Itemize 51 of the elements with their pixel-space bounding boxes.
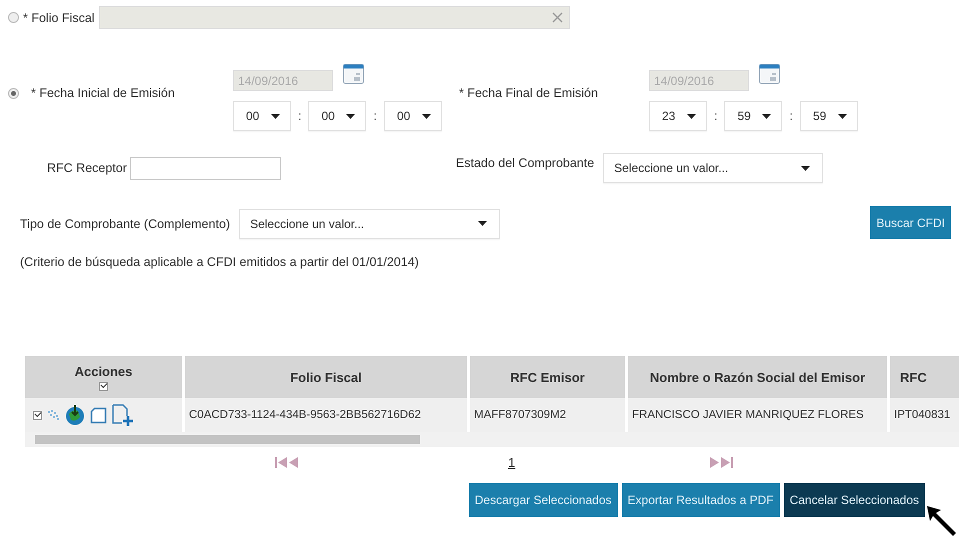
table-cell: IPT040831 [890,398,959,432]
calendar-icon[interactable] [343,64,364,84]
caret-icon [686,114,696,118]
caret-icon [762,114,772,118]
dots-icon[interactable] [47,409,60,421]
field-label: * Fecha Inicial de Emisión [31,86,175,100]
action-button[interactable]: Exportar Resultados a PDF [622,483,780,517]
field-label: Estado del Comprobante [456,156,594,170]
download-icon[interactable] [65,404,85,426]
time-separator: : [373,109,377,123]
first-page-icon[interactable] [275,456,298,468]
caret-icon [422,114,431,118]
page-number[interactable]: 1 [508,454,516,470]
field-label: * Folio Fiscal [23,10,95,24]
pointer-icon [926,505,957,537]
scroll-thumb[interactable] [35,435,420,444]
caret-icon [346,114,356,118]
column-header: RFC [890,356,959,398]
checkbox[interactable] [33,410,42,420]
caret-icon [271,114,280,118]
tipo-select[interactable]: Seleccione un valor... [239,208,500,238]
field-label: RFC Receptor [47,161,127,175]
document-plus-icon[interactable] [112,404,133,426]
caret-icon [801,166,810,170]
note-text: (Criterio de búsqueda aplicable a CFDI emitidos a partir del 01/01/2014) [19,254,420,269]
time-separator: : [298,109,302,123]
estado-select[interactable]: Seleccione un valor... [603,153,824,183]
table-cell: FRANCISCO JAVIER MANRIQUEZ FLORES [628,398,887,432]
column-header: RFC Emisor [470,356,625,398]
checkbox[interactable] [99,382,108,390]
table-cell: C0ACD733-1124-434B-9563-2BB562716D62 [185,398,467,432]
rfc-receptor-field[interactable] [130,156,281,180]
column-header: Folio Fiscal [185,356,467,398]
last-page-icon[interactable] [710,456,734,468]
caret-icon [838,114,847,118]
calendar-icon[interactable] [758,64,780,84]
column-label: Acciones [74,364,132,378]
time-separator: : [789,109,793,123]
field-label: Tipo de Comprobante (Complemento) [20,216,230,230]
time-separator: : [714,109,718,123]
caret-icon [478,221,488,226]
action-button[interactable]: Cancelar Seleccionados [784,483,925,517]
table-cell: MAFF8707309M2 [470,398,625,432]
action-button[interactable]: Descargar Seleccionados [468,483,618,517]
search-button[interactable]: Buscar CFDI [870,206,951,239]
field-label: * Fecha Final de Emisión [458,86,599,100]
radio-button[interactable] [8,12,19,23]
column-header: Nombre o Razón Social del Emisor [628,356,887,398]
radio-button[interactable] [8,88,19,98]
horizontal-scrollbar[interactable] [25,432,959,447]
page-icon[interactable] [90,406,107,424]
